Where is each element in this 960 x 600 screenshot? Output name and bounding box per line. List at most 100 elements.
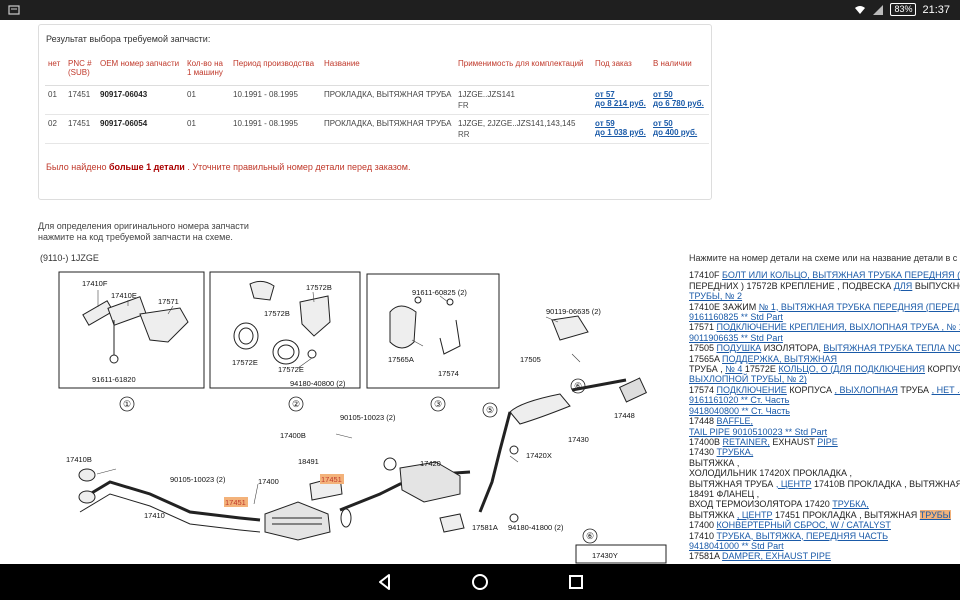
part-link[interactable]: RETAINER, <box>723 437 770 447</box>
part-drawing-17572B[interactable] <box>233 280 331 365</box>
part-link[interactable]: ПОДКЛЮЧЕНИЕ КРЕПЛЕНИЯ, ВЫХЛОПНАЯ ТРУБА ,… <box>717 322 960 332</box>
parts-list-line: 18491 ФЛАНЕЦ , <box>689 489 960 499</box>
label-91611-61820[interactable]: 91611-61820 <box>92 375 136 384</box>
part-link[interactable]: ПОДДЕРЖКА, ВЫТЯЖНАЯ <box>722 354 837 364</box>
label-17410E[interactable]: 17410E <box>111 291 137 300</box>
part-link[interactable]: 9418041000 ** Std Part <box>689 541 784 551</box>
part-link[interactable]: БОЛТ ИЛИ КОЛЬЦО, ВЫТЯЖНАЯ ТРУБКА ПЕРЕДНЯ… <box>722 270 960 280</box>
part-text: 17400B <box>689 436 723 447</box>
table-row[interactable]: 01 17451 90917-06043 01 10.1991 - 08.199… <box>45 85 709 115</box>
back-icon[interactable] <box>376 573 394 591</box>
label-17400B[interactable]: 17400B <box>280 431 306 440</box>
order-price-link[interactable]: до 8 214 руб. <box>595 99 647 108</box>
label-17572B-mid[interactable]: 17572B <box>264 309 290 318</box>
part-link[interactable]: 9418040800 ** Ст. Часть <box>689 406 790 416</box>
part-link[interactable]: , ЦЕНТР <box>737 510 773 520</box>
label-17410F[interactable]: 17410F <box>82 279 108 288</box>
part-link[interactable]: ДЛЯ <box>894 281 913 291</box>
parts-list-line: ПЕРЕДНИХ ) 17572B КРЕПЛЕНИЕ , ПОДВЕСКА Д… <box>689 281 960 291</box>
cell-qty: 01 <box>184 85 230 115</box>
parts-list-line: 17430 ТРУБКА, <box>689 447 960 457</box>
label-17400[interactable]: 17400 <box>258 477 279 486</box>
part-link[interactable]: DAMPER, EXHAUST PIPE <box>722 551 831 561</box>
order-min-link[interactable]: от 59 <box>595 119 647 128</box>
part-link[interactable]: , ВЫХЛОПНАЯ <box>834 385 897 395</box>
label-17420[interactable]: 17420 <box>420 459 441 468</box>
parts-table: нет PNC # (SUB) OEM номер запчасти Кол-в… <box>45 57 709 144</box>
part-text: 17410 <box>689 530 717 541</box>
part-link[interactable]: TAIL PIPE 9010510023 ** Std Part <box>689 427 827 437</box>
found-post: . Уточните правильный номер детали перед… <box>187 162 411 172</box>
parts-list-line: 9161160825 ** Std Part <box>689 312 960 322</box>
label-17448[interactable]: 17448 <box>614 411 635 420</box>
part-link[interactable]: BAFFLE, <box>717 416 754 426</box>
parts-list-line: 17400 КОНВЕРТЕРНЫЙ СБРОС, W / CATALYST <box>689 520 960 530</box>
order-min-link[interactable]: от 57 <box>595 90 647 99</box>
part-text: ВХОД ТЕРМОИЗОЛЯТОРА 17420 <box>689 499 833 510</box>
clock: 21:37 <box>922 3 950 16</box>
label-17451-b[interactable]: 17451 <box>225 498 246 507</box>
label-17571[interactable]: 17571 <box>158 297 179 306</box>
label-90105-10023-low[interactable]: 90105-10023 (2) <box>170 475 226 484</box>
part-link[interactable]: № 1, ВЫТЯЖНАЯ ТРУБКА ПЕРЕДНЯЯ (ПЕРЕДН <box>759 302 960 312</box>
label-17410[interactable]: 17410 <box>144 511 165 520</box>
label-17565A[interactable]: 17565A <box>388 355 414 364</box>
part-text: 17451 ПРОКЛАДКА <box>772 509 860 520</box>
part-link[interactable]: ТРУБКА, <box>832 499 869 509</box>
stock-price-link[interactable]: до 6 780 руб. <box>653 99 706 108</box>
parts-list-line: ВЫТЯЖНАЯ ТРУБА , ЦЕНТР 17410B ПРОКЛАДКА … <box>689 479 960 489</box>
part-link[interactable]: 9161161020 ** Ст. Часть <box>689 395 789 405</box>
stock-min-link[interactable]: от 50 <box>653 119 706 128</box>
part-link[interactable]: ВЫХЛОПНОЙ ТРУБЫ, № 2) <box>689 374 807 384</box>
col-applicability: Применимость для комплектаций <box>455 57 592 86</box>
label-17572B-top[interactable]: 17572B <box>306 283 332 292</box>
label-17451-a[interactable]: 17451 <box>321 475 342 484</box>
label-17505[interactable]: 17505 <box>520 355 541 364</box>
col-no: нет <box>45 57 65 86</box>
exhaust-parts-diagram[interactable]: ① ② ③ ⑥ ⑤ ⑥ 17410F 17410E 17571 91611-61… <box>40 262 672 564</box>
table-row[interactable]: 02 17451 90917-06054 01 10.1991 - 08.199… <box>45 114 709 144</box>
label-18491[interactable]: 18491 <box>298 457 319 466</box>
part-link[interactable]: № 4 <box>725 364 742 374</box>
label-94180-41800[interactable]: 94180-41800 (2) <box>508 523 564 532</box>
applicability-model: 1JZGE..JZS141 <box>458 89 515 99</box>
label-17574[interactable]: 17574 <box>438 369 459 378</box>
part-drawing-17565A[interactable] <box>389 296 461 355</box>
part-link[interactable]: 9161160825 ** Std Part <box>689 312 783 322</box>
recents-icon[interactable] <box>567 573 585 591</box>
label-17572E-a[interactable]: 17572E <box>232 358 258 367</box>
part-link[interactable]: ТРУБКА, ВЫТЯЖКА, ПЕРЕДНЯЯ ЧАСТЬ <box>717 531 888 541</box>
part-link[interactable]: , НЕТ .4 <box>932 385 960 395</box>
part-link[interactable]: PIPE <box>817 437 838 447</box>
label-90119-06635[interactable]: 90119-06635 (2) <box>546 307 601 316</box>
part-text: ВЫТЯЖНАЯ ТРУБА <box>689 478 776 489</box>
stock-price-link[interactable]: до 400 руб. <box>653 128 706 137</box>
part-link[interactable]: ТРУБЫ <box>919 509 951 520</box>
part-link[interactable]: ТРУБЫ, № 2 <box>689 291 742 301</box>
label-90105-10023-top[interactable]: 90105-10023 (2) <box>340 413 396 422</box>
part-link[interactable]: КОНВЕРТЕРНЫЙ СБРОС, W / CATALYST <box>717 520 891 530</box>
part-link[interactable]: , ЦЕНТР <box>776 479 812 489</box>
home-icon[interactable] <box>471 573 489 591</box>
label-17430Y[interactable]: 17430Y <box>592 551 618 560</box>
label-94180-40800[interactable]: 94180-40800 (2) <box>290 379 346 388</box>
stock-min-link[interactable]: от 50 <box>653 90 706 99</box>
status-bar: 83% 21:37 <box>0 0 960 20</box>
part-link[interactable]: ПОДУШКА <box>717 343 762 353</box>
label-17572E-b[interactable]: 17572E <box>278 365 304 374</box>
part-link[interactable]: ПОДКЛЮЧЕНИЕ <box>717 385 787 395</box>
part-text: 17400 <box>689 520 717 531</box>
part-link[interactable]: ТРУБКА, <box>717 447 754 457</box>
order-price-link[interactable]: до 1 038 руб. <box>595 128 647 137</box>
part-link[interactable]: КОЛЬЦО, О (ДЛЯ ПОДКЛЮЧЕНИЯ <box>778 364 925 374</box>
col-qty: Кол-во на 1 машину <box>184 57 230 86</box>
label-17581A[interactable]: 17581A <box>472 523 498 532</box>
label-91611-60825[interactable]: 91611-60825 (2) <box>412 288 467 297</box>
label-17420X[interactable]: 17420X <box>526 451 552 460</box>
cell-name: ПРОКЛАДКА, ВЫТЯЖНАЯ ТРУБА <box>321 114 455 144</box>
label-17410B[interactable]: 17410B <box>66 455 92 464</box>
part-link[interactable]: 9011906635 ** Std Part <box>689 333 783 343</box>
table-header-row: нет PNC # (SUB) OEM номер запчасти Кол-в… <box>45 57 709 86</box>
part-link[interactable]: ВЫТЯЖНАЯ ТРУБКА ТЕПЛА NO.1 <box>823 343 960 353</box>
label-17430[interactable]: 17430 <box>568 435 589 444</box>
